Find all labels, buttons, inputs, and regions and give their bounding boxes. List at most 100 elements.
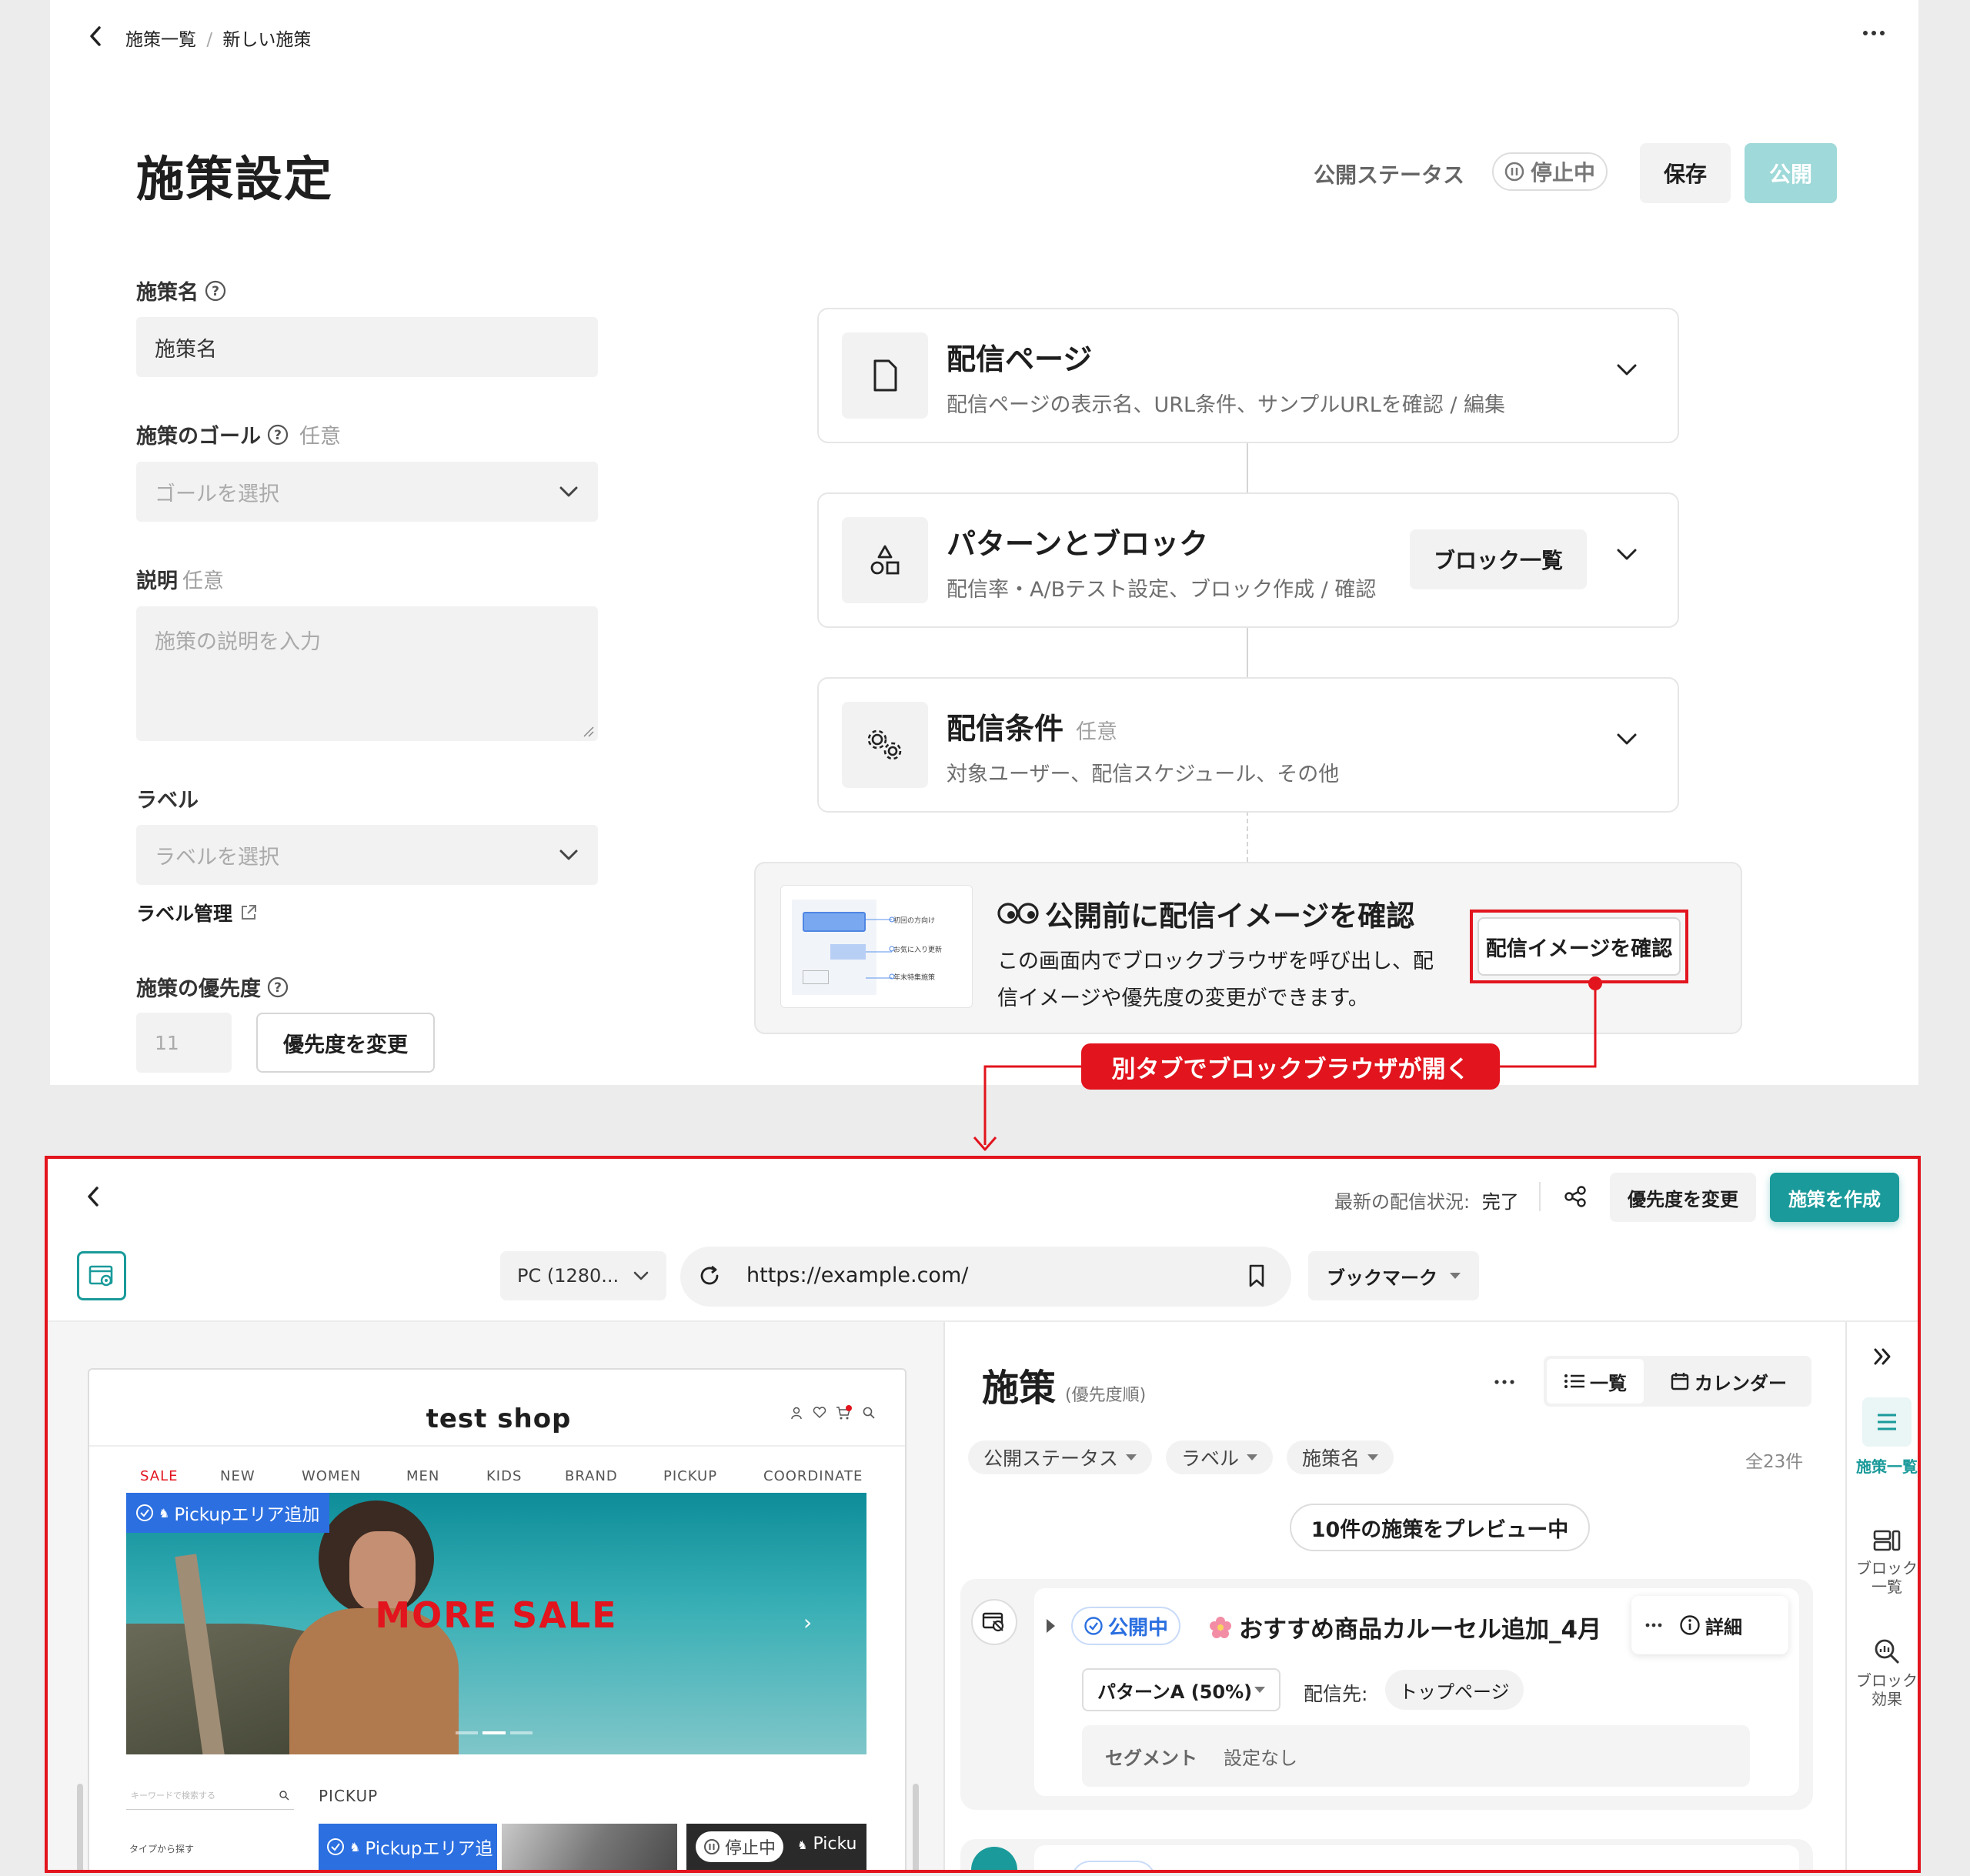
unicorn-icon: ♞	[349, 1839, 361, 1854]
status-label: 公開中	[1108, 1616, 1169, 1640]
check-circle-icon	[326, 1838, 345, 1856]
stopped-badge: 停止中	[696, 1831, 784, 1862]
shop-nav-item[interactable]: SALE	[140, 1468, 178, 1484]
user-icon[interactable]	[790, 1406, 803, 1420]
info-icon	[1679, 1614, 1701, 1636]
campaign-card[interactable]: 公開中 おすすめ商品カルーセル追加_4月前半	[960, 1839, 1813, 1870]
pickup-badge[interactable]: ♞ Pickupエリア追	[319, 1824, 497, 1870]
rail-label: 施策一覧	[1856, 1457, 1918, 1476]
shop-search[interactable]: キーワードで検索する	[126, 1781, 294, 1810]
shop-nav-item[interactable]: BRAND	[565, 1468, 618, 1484]
campaign-name-text[interactable]: おすすめ商品カルーセル追加_4月	[1239, 1610, 1601, 1644]
shop-title: test shop	[426, 1404, 572, 1434]
expand-icon[interactable]	[1047, 1619, 1055, 1633]
filter-status[interactable]: 公開ステータス	[968, 1440, 1153, 1474]
campaign-card[interactable]: 公開中 おすすめ商品カルーセル追加_4月 詳細 パターンA (50%) 配信先:…	[960, 1579, 1813, 1810]
heart-icon[interactable]	[813, 1406, 826, 1420]
filter-name[interactable]: 施策名	[1287, 1440, 1394, 1474]
rail-campaign-list[interactable]: 施策一覧	[1856, 1397, 1918, 1528]
pattern-value: パターンA (50%)	[1097, 1681, 1253, 1703]
more-icon[interactable]	[1494, 1379, 1514, 1385]
rail-block-effect[interactable]: ブロック 効果	[1853, 1637, 1918, 1730]
detail-button[interactable]: 詳細	[1679, 1612, 1742, 1639]
carousel-dot[interactable]	[456, 1731, 479, 1734]
campaign-list-panel: 施策 (優先度順) 一覧 カレンダー 公開ステータス ラベル 施策名 全23件 …	[945, 1322, 1845, 1870]
shop-nav-item[interactable]: WOMEN	[302, 1468, 361, 1484]
collapse-icon[interactable]	[1872, 1347, 1895, 1367]
view-calendar-button[interactable]: カレンダー	[1651, 1359, 1805, 1404]
bookmark-icon[interactable]	[1247, 1263, 1267, 1288]
search-icon	[279, 1790, 289, 1801]
search-icon[interactable]	[862, 1406, 876, 1420]
list-icon	[1875, 1412, 1898, 1432]
preview-toggle-button[interactable]	[77, 1251, 126, 1300]
pickup-badge-partial: ♞ Picku	[797, 1834, 856, 1854]
block-browser-window: 最新の配信状況: 完了 優先度を変更 施策を作成 PC (1280... htt…	[45, 1156, 1921, 1873]
detail-label: 詳細	[1705, 1616, 1742, 1638]
campaign-card-body: 公開中 おすすめ商品カルーセル追加_4月 詳細 パターンA (50%) 配信先:…	[1034, 1588, 1799, 1796]
carousel-next-icon[interactable]: ›	[803, 1610, 812, 1635]
card-actions: 詳細	[1631, 1596, 1788, 1654]
caret-down-icon	[1126, 1454, 1137, 1460]
pickup-heading: PICKUP	[319, 1787, 379, 1805]
device-select[interactable]: PC (1280...	[500, 1251, 666, 1300]
destination-value: トップページ	[1385, 1670, 1524, 1710]
caret-down-icon	[1367, 1454, 1379, 1460]
view-list-button[interactable]: 一覧	[1547, 1359, 1644, 1404]
carousel-dots	[456, 1731, 533, 1734]
create-campaign-button[interactable]: 施策を作成	[1770, 1173, 1899, 1222]
calendar-icon	[1670, 1371, 1690, 1391]
reload-icon[interactable]	[697, 1263, 722, 1288]
carousel-dot[interactable]	[509, 1731, 533, 1734]
url-value[interactable]: https://example.com/	[746, 1263, 968, 1287]
view-switch: 一覧 カレンダー	[1544, 1356, 1811, 1407]
shop-nav-item[interactable]: COORDINATE	[763, 1468, 863, 1484]
view-calendar-label: カレンダー	[1695, 1372, 1787, 1394]
caret-down-icon	[1450, 1273, 1461, 1279]
view-list-label: 一覧	[1590, 1372, 1627, 1394]
share-icon[interactable]	[1562, 1183, 1588, 1210]
rail-block-list[interactable]: ブロック 一覧	[1853, 1528, 1918, 1621]
url-bar[interactable]: https://example.com/	[680, 1247, 1291, 1307]
back-icon[interactable]	[83, 1183, 105, 1210]
filter-label: 公開ステータス	[983, 1447, 1119, 1470]
status-badge: 公開中	[1071, 1607, 1181, 1645]
bookmark-menu[interactable]: ブックマーク	[1308, 1251, 1479, 1300]
zoom-chart-icon	[1873, 1637, 1901, 1665]
carousel-dot[interactable]	[482, 1731, 506, 1734]
filter-label: 施策名	[1302, 1447, 1361, 1470]
campaign-name[interactable]: おすすめ商品カルーセル追加_4月前半	[1208, 1864, 1618, 1870]
preview-window-icon	[88, 1263, 115, 1288]
rail-list-icon-wrap	[1862, 1397, 1912, 1447]
change-priority-button[interactable]: 優先度を変更	[1610, 1173, 1756, 1222]
scrollbar[interactable]	[913, 1784, 919, 1870]
preview-visibility-button[interactable]	[971, 1599, 1017, 1645]
campaign-name: おすすめ商品カルーセル追加_4月	[1208, 1610, 1601, 1644]
bookmark-label: ブックマーク	[1327, 1267, 1437, 1289]
device-value: PC (1280...	[517, 1265, 619, 1287]
unicorn-icon: ♞	[159, 1505, 170, 1520]
stopped-label: 停止中	[725, 1839, 776, 1858]
pickup-badge-label: Pickupエリア追	[365, 1839, 493, 1859]
pickup-image[interactable]: 停止中 ♞ Picku	[686, 1824, 866, 1870]
preview-count-pill: 10件の施策をプレビュー中	[1290, 1504, 1590, 1551]
divider	[1845, 1322, 1847, 1870]
cart-icon[interactable]	[836, 1405, 853, 1420]
pickup-image[interactable]	[502, 1824, 677, 1870]
shop-nav-item[interactable]: PICKUP	[663, 1468, 717, 1484]
filter-label-select[interactable]: ラベル	[1166, 1440, 1274, 1474]
pattern-select[interactable]: パターンA (50%)	[1082, 1668, 1280, 1711]
destination-label: 配信先:	[1304, 1683, 1368, 1705]
more-icon[interactable]	[1645, 1622, 1662, 1628]
preview-visibility-button[interactable]	[971, 1847, 1017, 1870]
filter-bar: 公開ステータス ラベル 施策名	[968, 1440, 1394, 1474]
segment-label: セグメント	[1105, 1747, 1197, 1769]
shop-nav-item[interactable]: KIDS	[486, 1468, 522, 1484]
rail-label: ブロック	[1856, 1671, 1918, 1690]
pickup-badge[interactable]: ♞ Pickupエリア追加	[126, 1493, 329, 1533]
shop-nav-item[interactable]: NEW	[220, 1468, 255, 1484]
rail-label: 一覧	[1872, 1577, 1902, 1596]
scrollbar[interactable]	[77, 1784, 83, 1870]
pause-icon	[703, 1838, 720, 1855]
shop-nav-item[interactable]: MEN	[406, 1468, 439, 1484]
